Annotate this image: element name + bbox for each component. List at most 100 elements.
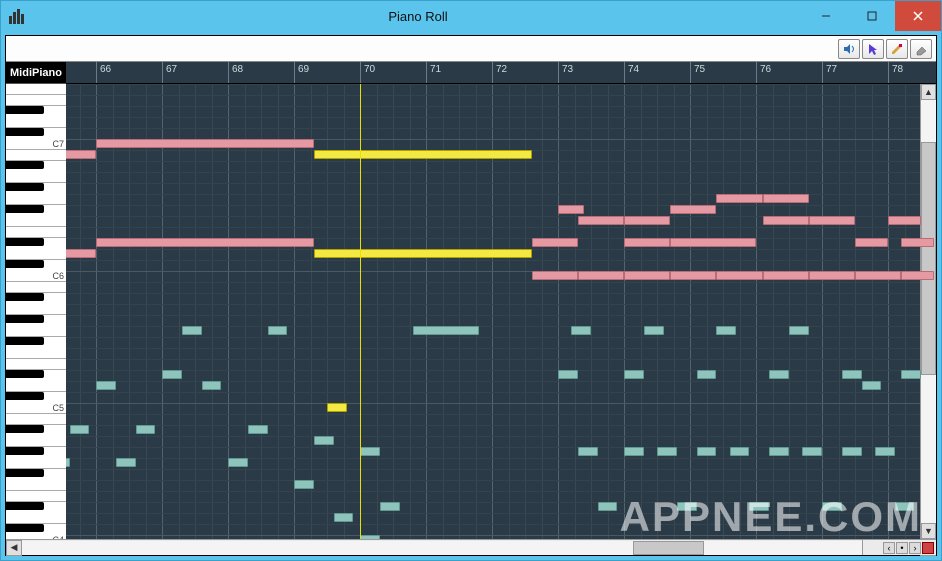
piano-key[interactable] [6,502,44,510]
piano-key[interactable] [6,106,44,114]
midi-note[interactable] [670,271,716,280]
midi-note[interactable] [901,271,934,280]
horizontal-scrollbar[interactable]: ◀ ▶ [6,539,936,555]
midi-note[interactable] [716,326,736,335]
zoom-in-button[interactable]: › [909,542,921,554]
note-grid[interactable] [66,84,936,539]
midi-note[interactable] [670,205,716,214]
piano-key[interactable] [6,260,44,268]
piano-key[interactable] [6,315,44,323]
scroll-left-button[interactable]: ◀ [6,540,22,556]
midi-note[interactable] [578,447,598,456]
scroll-up-button[interactable]: ▲ [921,84,936,100]
midi-note[interactable] [763,194,809,203]
hscroll-thumb[interactable] [633,541,705,555]
midi-note[interactable] [116,458,136,467]
zoom-slider[interactable]: • [896,542,908,554]
midi-note[interactable] [66,458,70,467]
scroll-down-button[interactable]: ▼ [921,523,936,539]
midi-note[interactable] [334,513,354,522]
midi-note[interactable] [136,425,156,434]
piano-key[interactable] [6,205,44,213]
midi-note[interactable] [901,238,934,247]
midi-note[interactable] [657,447,677,456]
midi-note[interactable] [413,326,479,335]
midi-note[interactable] [716,194,762,203]
midi-note[interactable] [855,271,901,280]
midi-note[interactable] [66,249,96,258]
midi-note[interactable] [268,326,288,335]
erase-tool-button[interactable] [910,39,932,59]
midi-note[interactable] [202,381,222,390]
playhead[interactable] [360,84,361,539]
midi-note[interactable] [96,238,314,247]
midi-note[interactable] [888,216,921,225]
minimize-button[interactable] [803,1,849,31]
midi-note[interactable] [644,326,664,335]
midi-note[interactable] [571,326,591,335]
midi-note[interactable] [901,370,921,379]
midi-note[interactable] [314,249,532,258]
hscroll-track[interactable] [22,541,920,555]
piano-key[interactable] [6,117,66,128]
midi-note[interactable] [228,458,248,467]
midi-note[interactable] [360,447,380,456]
midi-note[interactable] [842,447,862,456]
piano-key[interactable] [6,524,44,532]
midi-note[interactable] [578,271,624,280]
zoom-out-button[interactable]: ‹ [883,542,895,554]
midi-note[interactable] [875,447,895,456]
midi-note[interactable] [716,271,762,280]
midi-note[interactable] [862,381,882,390]
midi-note[interactable] [598,502,618,511]
piano-key[interactable] [6,447,44,455]
midi-note[interactable] [822,502,842,511]
midi-note[interactable] [789,326,809,335]
midi-note[interactable] [532,238,578,247]
midi-note[interactable] [677,502,697,511]
vertical-scrollbar[interactable]: ▲ ▼ [920,84,936,539]
midi-note[interactable] [697,447,717,456]
piano-key[interactable] [6,161,44,169]
piano-key[interactable] [6,469,44,477]
midi-note[interactable] [96,139,314,148]
midi-note[interactable] [624,216,670,225]
titlebar[interactable]: Piano Roll [1,1,941,31]
midi-note[interactable] [624,238,670,247]
midi-note[interactable] [314,150,532,159]
piano-key[interactable] [6,128,44,136]
vscroll-thumb[interactable] [921,142,936,375]
midi-note[interactable] [769,447,789,456]
midi-note[interactable] [624,370,644,379]
midi-note[interactable] [763,271,809,280]
midi-note[interactable] [558,205,584,214]
midi-note[interactable] [624,271,670,280]
midi-note[interactable] [809,271,855,280]
midi-note[interactable] [66,150,96,159]
midi-note[interactable] [769,370,789,379]
midi-note[interactable] [697,370,717,379]
midi-note[interactable] [624,447,644,456]
draw-tool-button[interactable] [886,39,908,59]
midi-note[interactable] [327,403,347,412]
piano-key[interactable] [6,337,44,345]
record-indicator[interactable] [922,542,934,554]
midi-note[interactable] [248,425,268,434]
midi-note[interactable] [532,271,578,280]
midi-note[interactable] [730,447,750,456]
midi-note[interactable] [802,447,822,456]
time-ruler[interactable]: 66676869707172737475767778 [66,62,936,84]
piano-key[interactable] [6,183,44,191]
piano-key[interactable] [6,370,44,378]
midi-note[interactable] [763,216,809,225]
midi-note[interactable] [360,535,380,539]
midi-note[interactable] [182,326,202,335]
midi-note[interactable] [855,238,888,247]
close-button[interactable] [895,1,941,31]
midi-note[interactable] [558,370,578,379]
vscroll-track[interactable] [921,100,936,523]
midi-note[interactable] [842,370,862,379]
midi-note[interactable] [162,370,182,379]
maximize-button[interactable] [849,1,895,31]
midi-note[interactable] [96,381,116,390]
